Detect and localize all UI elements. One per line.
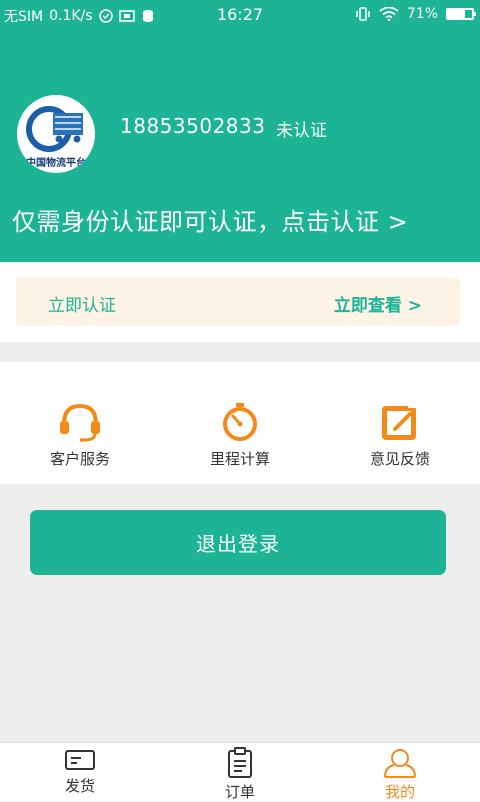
- nav-label: 订单: [224, 783, 255, 801]
- view-now-link[interactable]: 立即查看 >: [334, 291, 422, 316]
- avatar-logo-text: 中国物流平台: [26, 158, 86, 169]
- vibrate-icon: [356, 7, 370, 21]
- nav-label: 发货: [64, 777, 95, 795]
- verify-notice-card[interactable]: 立即认证 立即查看 >: [16, 278, 460, 326]
- battery-icon: [446, 8, 476, 20]
- headset-icon: [60, 403, 100, 442]
- verify-now-label: 立即认证: [48, 296, 116, 316]
- avatar[interactable]: 中国物流平台: [17, 95, 95, 173]
- tool-label: 里程计算: [209, 450, 270, 468]
- tool-feedback[interactable]: 意见反馈: [320, 402, 480, 469]
- tool-label: 客户服务: [49, 450, 110, 468]
- verify-status: 未认证: [276, 121, 327, 141]
- person-icon: [384, 749, 416, 778]
- timer-icon: [223, 403, 257, 441]
- bottom-nav: 发货 订单 我的: [0, 742, 480, 801]
- clipboard-icon: [228, 747, 252, 778]
- tool-label: 意见反馈: [369, 450, 430, 468]
- wifi-icon: [379, 7, 399, 21]
- nav-label: 我的: [384, 783, 415, 801]
- tool-customer-service[interactable]: 客户服务: [0, 402, 160, 469]
- verify-hint-link[interactable]: 仅需身份认证即可认证，点击认证 >: [12, 202, 408, 237]
- nav-item-mine[interactable]: 我的: [320, 747, 480, 802]
- battery-percent: 71%: [406, 6, 438, 22]
- tools-grid: 客户服务 里程计算 意见反馈: [0, 362, 480, 484]
- card-icon: [65, 750, 95, 770]
- status-right: 71%: [355, 6, 476, 22]
- logout-button[interactable]: 退出登录: [30, 510, 446, 575]
- phone-number: 18853502833: [120, 114, 266, 138]
- notice-section: 立即认证 立即查看 >: [0, 262, 480, 342]
- profile-header: 中国物流平台 18853502833 未认证 仅需身份认证即可认证，点击认证 >: [0, 30, 480, 262]
- feedback-icon: [382, 406, 418, 440]
- nav-item-ship[interactable]: 发货: [0, 747, 160, 796]
- nav-item-orders[interactable]: 订单: [160, 747, 320, 802]
- tool-mileage-calc[interactable]: 里程计算: [160, 402, 320, 469]
- battery-fill: [448, 10, 466, 18]
- status-bar: 无SIM 0.1K/s 16:27 71%: [0, 0, 480, 30]
